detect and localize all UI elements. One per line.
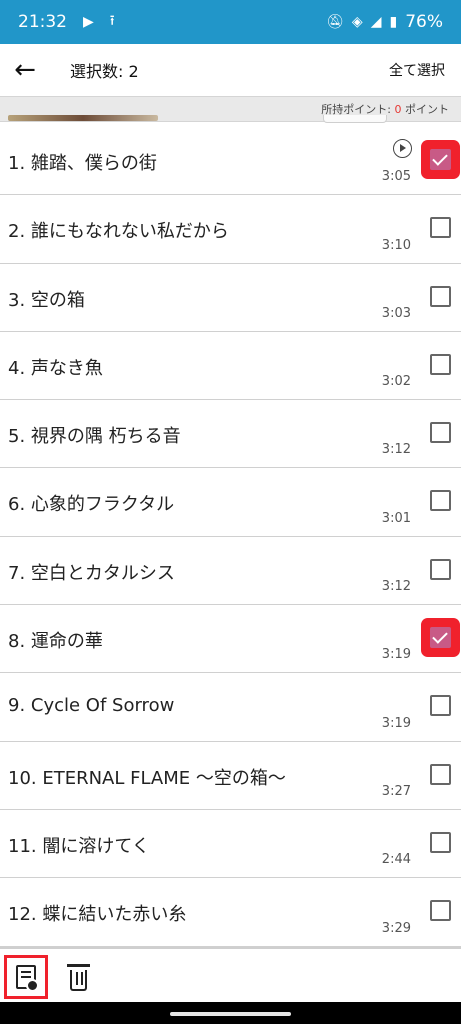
- document-search-icon: [16, 965, 39, 992]
- track-title: 12. 蝶に結いた赤い糸: [8, 904, 187, 926]
- selection-count-title: 選択数: 2: [70, 62, 139, 81]
- track-duration: 3:12: [381, 442, 411, 458]
- track-row[interactable]: 8. 運命の華 3:19: [0, 605, 461, 674]
- bottom-toolbar: [0, 947, 461, 1002]
- checkbox[interactable]: [430, 695, 451, 717]
- track-title: 2. 誰にもなれない私だから: [8, 221, 229, 243]
- points-strip: 所持ポイント: 0 ポイント: [0, 96, 461, 123]
- track-row[interactable]: 10. ETERNAL FLAME 〜空の箱〜 3:27: [0, 742, 461, 810]
- track-row[interactable]: 6. 心象的フラクタル 3:01: [0, 468, 461, 537]
- track-row[interactable]: 3. 空の箱 3:03: [0, 264, 461, 332]
- battery-icon: ▮: [389, 14, 398, 30]
- checkbox[interactable]: [430, 558, 451, 580]
- track-title: 5. 視界の隅 朽ちる音: [8, 426, 181, 448]
- track-duration: 3:19: [381, 647, 411, 663]
- track-title: 1. 雑踏、僕らの街: [8, 153, 157, 174]
- checkbox-checked[interactable]: [430, 149, 451, 170]
- track-row[interactable]: 1. 雑踏、僕らの街 3:05: [0, 127, 461, 196]
- bell-off-icon: 🔕︎: [326, 14, 344, 30]
- status-left: 21:32 ▶ ⭱: [18, 10, 115, 34]
- track-duration: 3:12: [381, 579, 411, 595]
- points-value: 0: [394, 103, 402, 116]
- track-row[interactable]: 11. 闇に溶けてく 2:44: [0, 810, 461, 879]
- track-duration: 3:02: [381, 374, 411, 390]
- checkbox[interactable]: [430, 285, 451, 307]
- track-row[interactable]: 5. 視界の隅 朽ちる音 3:12: [0, 400, 461, 469]
- points-display: 所持ポイント: 0 ポイント: [321, 101, 449, 117]
- track-row[interactable]: 12. 蝶に結いた赤い糸 3:29: [0, 878, 461, 947]
- select-all-button[interactable]: 全て選択: [389, 60, 445, 80]
- checkbox[interactable]: [430, 217, 451, 239]
- track-duration: 3:27: [381, 783, 411, 799]
- track-row[interactable]: 9. Cycle Of Sorrow 3:19: [0, 673, 461, 742]
- track-row[interactable]: 7. 空白とカタルシス 3:12: [0, 537, 461, 606]
- track-duration: 2:44: [381, 852, 411, 868]
- track-title: 9. Cycle Of Sorrow: [8, 695, 175, 717]
- document-search-button[interactable]: [4, 955, 48, 999]
- points-label: 所持ポイント:: [321, 103, 395, 116]
- navigation-bar: [0, 1002, 461, 1024]
- track-title: 7. 空白とカタルシス: [8, 562, 175, 584]
- delete-button[interactable]: [56, 955, 100, 999]
- track-title: 11. 闇に溶けてく: [8, 835, 150, 857]
- track-duration: 3:10: [381, 237, 411, 253]
- checkbox[interactable]: [430, 831, 451, 853]
- album-thumbnail: [8, 115, 158, 121]
- track-row[interactable]: 2. 誰にもなれない私だから 3:10: [0, 195, 461, 264]
- upload-icon: ⭱: [109, 13, 115, 29]
- status-bar: 21:32 ▶ ⭱ 🔕︎ ◈ ◢ ▮ 76%: [0, 0, 461, 44]
- status-time: 21:32: [18, 12, 67, 32]
- track-title: 4. 声なき魚: [8, 357, 103, 379]
- points-unit: ポイント: [401, 103, 449, 116]
- checkbox[interactable]: [430, 353, 451, 375]
- status-right: 🔕︎ ◈ ◢ ▮ 76%: [326, 12, 443, 32]
- track-list: 1. 雑踏、僕らの街 3:05 2. 誰にもなれない私だから 3:10 3. 空の箱 3:…: [0, 127, 461, 947]
- signal-icon: ◢: [370, 14, 382, 30]
- checkbox-checked[interactable]: [430, 627, 451, 649]
- back-arrow-icon[interactable]: ←: [0, 44, 50, 96]
- home-handle[interactable]: [170, 1012, 291, 1016]
- app-bar: ← 選択数: 2 全て選択: [0, 44, 461, 96]
- play-icon: ▶: [83, 14, 94, 30]
- track-title: 8. 運命の華: [8, 631, 103, 653]
- track-duration: 3:05: [381, 169, 411, 185]
- checkbox[interactable]: [430, 422, 451, 444]
- wifi-icon: ◈: [351, 14, 363, 30]
- checkbox[interactable]: [430, 763, 451, 785]
- battery-percent: 76%: [405, 12, 443, 32]
- track-duration: 3:19: [381, 715, 411, 731]
- track-title: 10. ETERNAL FLAME 〜空の箱〜: [8, 767, 286, 789]
- checkbox[interactable]: [430, 490, 451, 512]
- trash-icon: [66, 963, 90, 991]
- track-duration: 3:01: [381, 510, 411, 526]
- checkbox[interactable]: [430, 900, 451, 922]
- track-title: 6. 心象的フラクタル: [8, 494, 175, 516]
- track-title: 3. 空の箱: [8, 289, 85, 311]
- play-circle-icon[interactable]: [393, 139, 412, 158]
- track-duration: 3:03: [381, 305, 411, 321]
- track-duration: 3:29: [381, 920, 411, 936]
- track-row[interactable]: 4. 声なき魚 3:02: [0, 332, 461, 401]
